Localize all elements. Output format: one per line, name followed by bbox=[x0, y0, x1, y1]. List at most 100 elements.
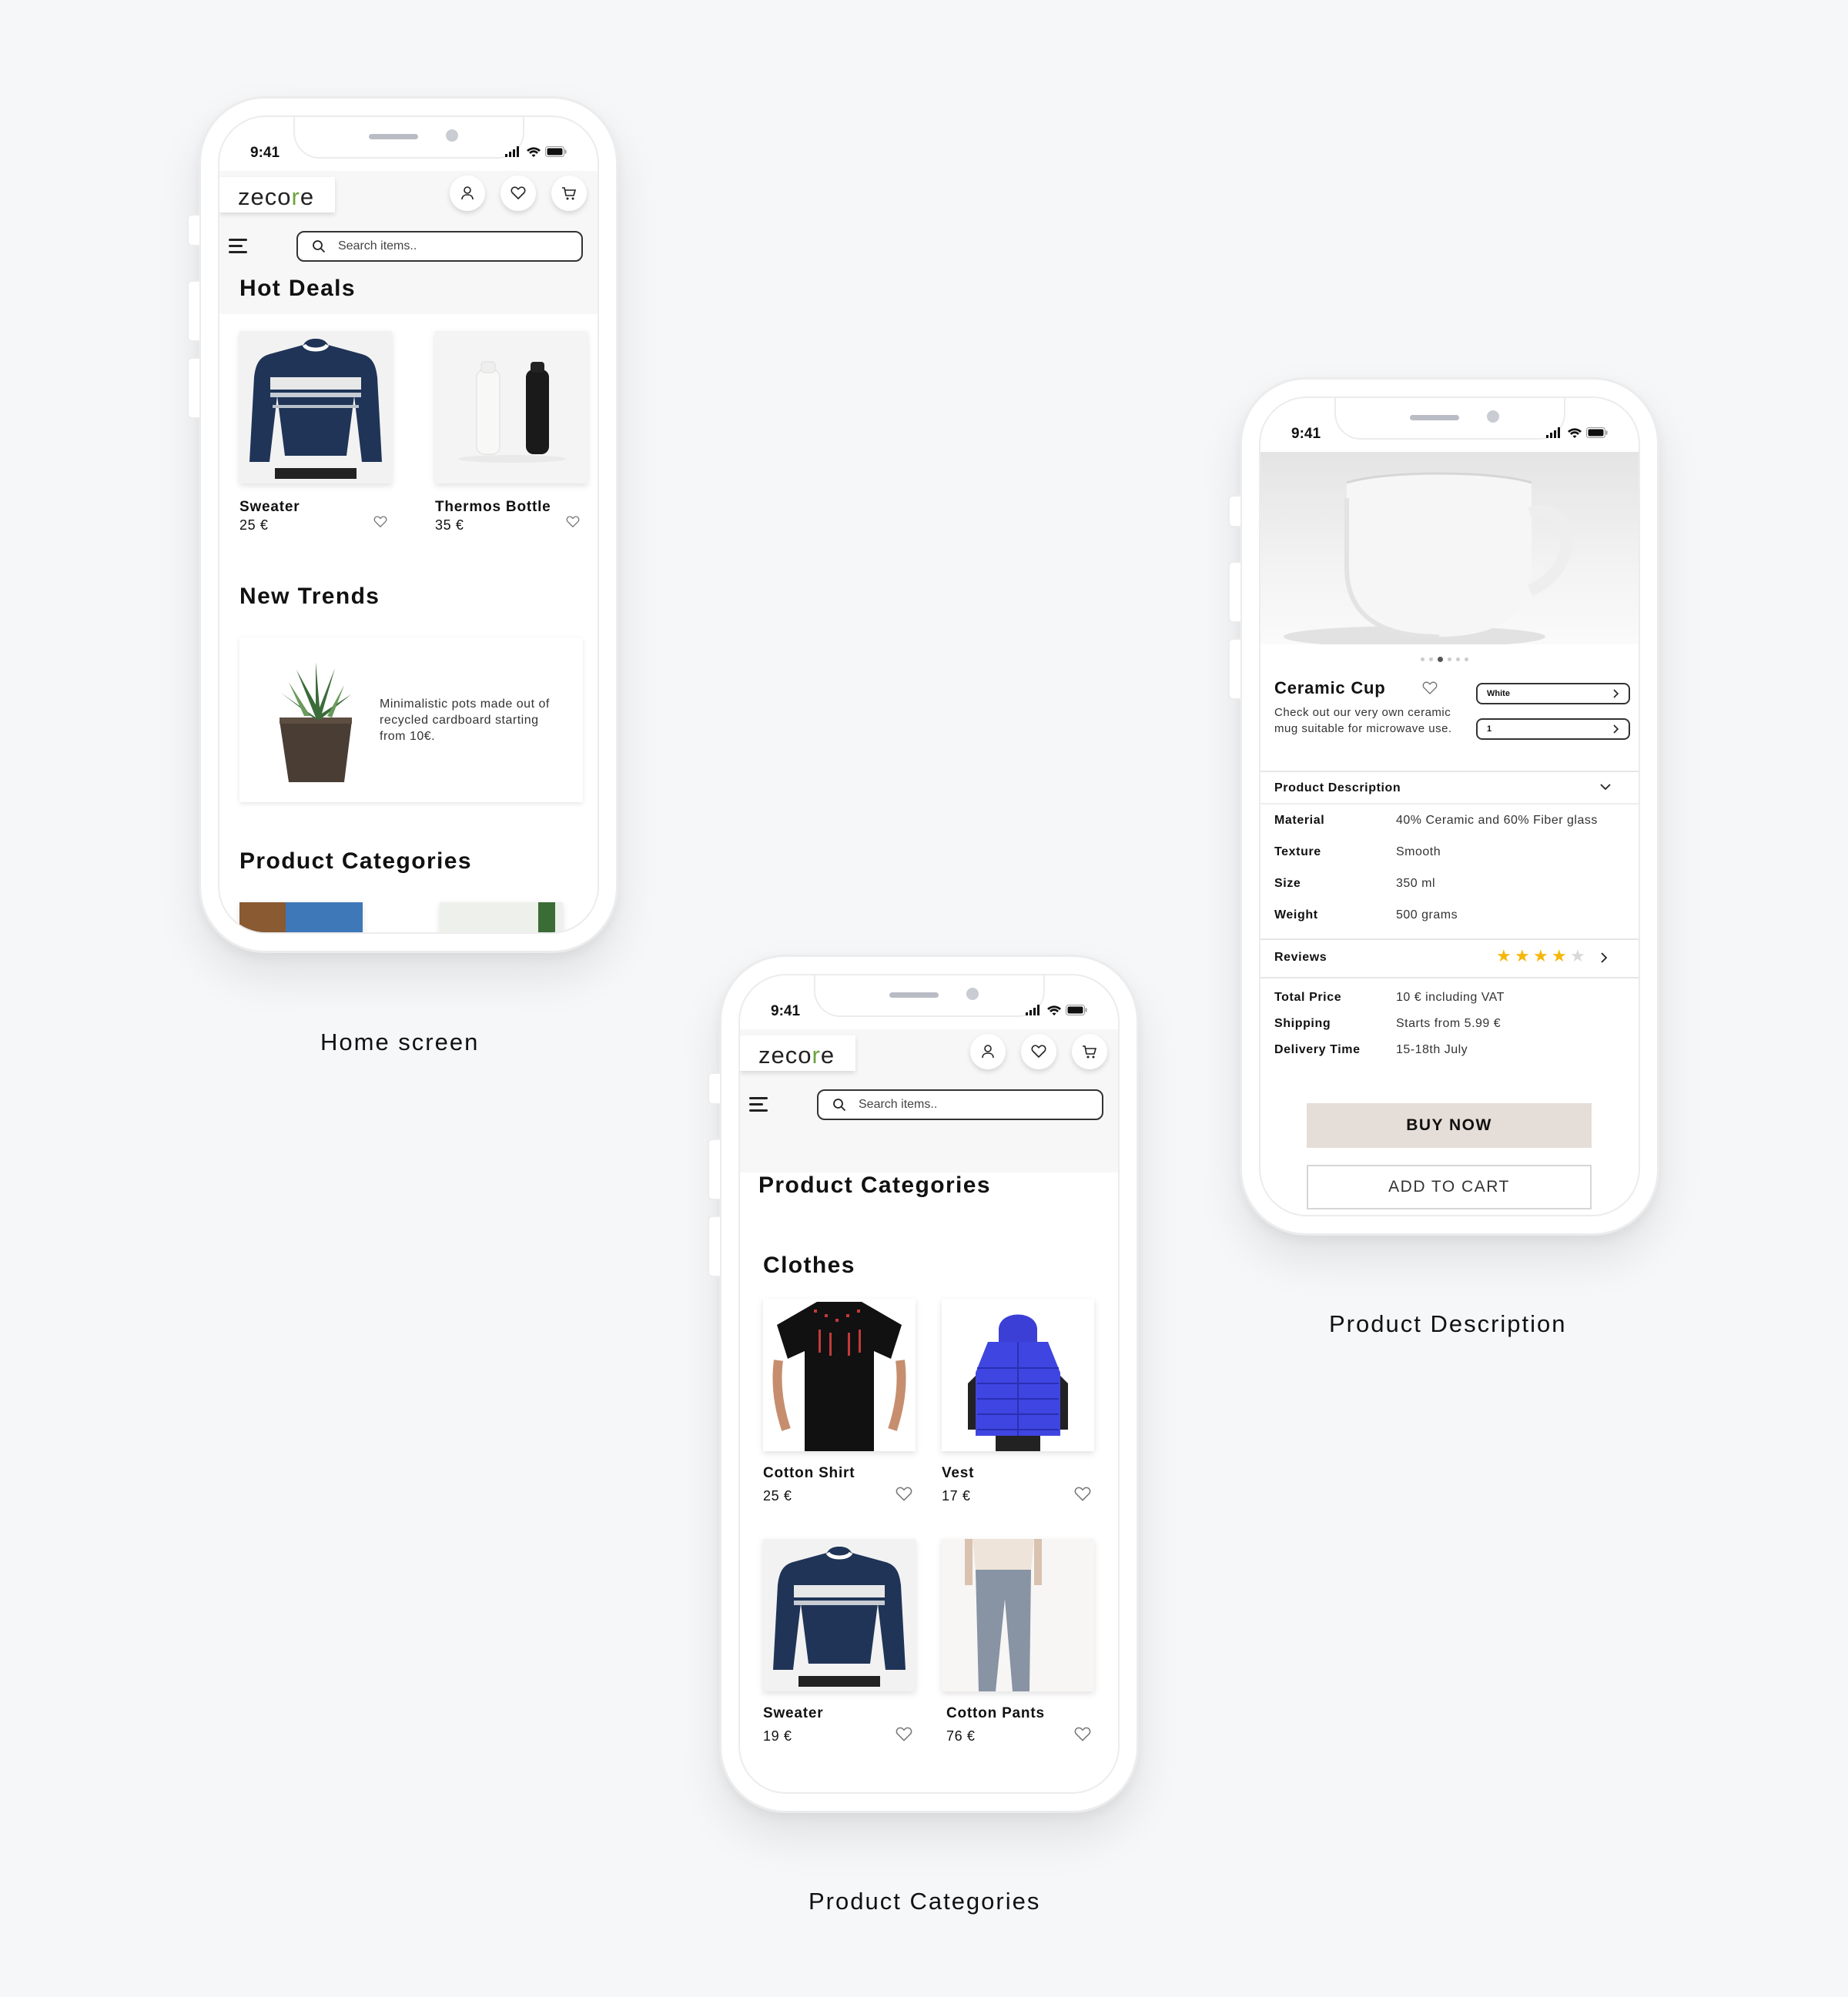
product-caption: Product Description bbox=[1329, 1310, 1567, 1337]
carousel-dot[interactable] bbox=[1456, 657, 1460, 661]
battery-icon bbox=[1586, 427, 1608, 438]
product-name[interactable]: Cotton Pants bbox=[946, 1705, 1045, 1722]
side-button bbox=[708, 1072, 720, 1105]
heart-icon bbox=[511, 186, 526, 200]
heart-icon[interactable] bbox=[566, 516, 580, 528]
cotton-shirt-image bbox=[772, 1302, 906, 1451]
side-button bbox=[1228, 638, 1240, 700]
account-button[interactable] bbox=[450, 176, 485, 211]
color-select[interactable]: White bbox=[1476, 683, 1630, 704]
product-name[interactable]: Cotton Shirt bbox=[763, 1465, 855, 1482]
product-phone: 9:41 Ceramic Cup Check out our very own … bbox=[1228, 377, 1659, 1236]
product-categories-title: Product Categories bbox=[239, 848, 472, 874]
reviews-row[interactable]: Reviews ★ ★ ★ ★ ★ bbox=[1260, 948, 1639, 969]
carousel-dots[interactable] bbox=[1421, 657, 1468, 662]
signal-icon bbox=[505, 146, 519, 157]
battery-icon bbox=[1066, 1005, 1087, 1015]
menu-icon[interactable] bbox=[229, 239, 250, 257]
product-card-image[interactable] bbox=[763, 1299, 916, 1451]
product-price: 25 € bbox=[763, 1488, 792, 1504]
add-to-cart-button[interactable]: ADD TO CART bbox=[1307, 1165, 1592, 1209]
trend-card[interactable]: Minimalistic pots made out of recycled c… bbox=[239, 637, 583, 802]
user-icon bbox=[982, 1045, 994, 1059]
menu-icon[interactable] bbox=[749, 1097, 771, 1116]
product-name[interactable]: Vest bbox=[942, 1465, 974, 1482]
product-card-image[interactable] bbox=[435, 331, 588, 483]
carousel-dot[interactable] bbox=[1465, 657, 1468, 661]
divider bbox=[1260, 938, 1639, 940]
battery-icon bbox=[545, 146, 567, 157]
category-thumb[interactable] bbox=[239, 902, 363, 932]
vest-image bbox=[968, 1314, 1068, 1451]
carousel-dot[interactable] bbox=[1448, 657, 1451, 661]
status-time: 9:41 bbox=[1291, 426, 1321, 442]
status-time: 9:41 bbox=[250, 145, 280, 161]
categories-screen: 9:41 zecore Search items.. Product Categ… bbox=[738, 974, 1120, 1794]
carousel-dot[interactable] bbox=[1429, 657, 1433, 661]
status-bar: 9:41 bbox=[740, 1002, 1118, 1025]
cart-button[interactable] bbox=[1072, 1034, 1107, 1069]
product-name[interactable]: Thermos Bottle bbox=[435, 499, 551, 516]
product-name[interactable]: Sweater bbox=[239, 499, 300, 516]
carousel-dot[interactable] bbox=[1421, 657, 1424, 661]
side-button bbox=[1228, 561, 1240, 623]
rating-stars: ★ ★ ★ ★ ★ bbox=[1496, 948, 1589, 966]
sweater-image bbox=[773, 1547, 906, 1687]
home-phone: 9:41 zecore Search items.. Hot Deals Swe… bbox=[187, 96, 618, 953]
user-icon bbox=[461, 186, 474, 200]
chevron-right-icon bbox=[1601, 952, 1608, 963]
side-button bbox=[187, 214, 199, 246]
cart-button[interactable] bbox=[551, 176, 587, 211]
star-icon: ★ bbox=[1533, 946, 1548, 965]
star-icon: ★ bbox=[1515, 946, 1530, 965]
side-button bbox=[708, 1216, 720, 1277]
product-description: Check out our very own ceramic mug suita… bbox=[1274, 706, 1452, 735]
product-price: 35 € bbox=[435, 517, 464, 533]
buy-now-button[interactable]: BUY NOW bbox=[1307, 1103, 1592, 1148]
heart-icon[interactable] bbox=[373, 516, 387, 528]
wifi-icon bbox=[527, 147, 541, 157]
categories-phone: 9:41 zecore Search items.. Product Categ… bbox=[708, 955, 1139, 1813]
heart-icon[interactable] bbox=[1074, 1487, 1091, 1502]
heart-icon[interactable] bbox=[896, 1487, 912, 1502]
new-trends-title: New Trends bbox=[239, 584, 380, 609]
heart-icon[interactable] bbox=[1422, 681, 1438, 695]
product-card-image[interactable] bbox=[239, 331, 392, 483]
wifi-icon bbox=[1568, 428, 1582, 438]
categories-caption: Product Categories bbox=[808, 1888, 1041, 1915]
heart-icon[interactable] bbox=[1074, 1727, 1091, 1742]
product-screen: 9:41 Ceramic Cup Check out our very own … bbox=[1259, 396, 1640, 1216]
divider bbox=[1260, 977, 1639, 978]
product-price: 19 € bbox=[763, 1728, 792, 1744]
app-logo[interactable]: zecore bbox=[740, 1035, 855, 1071]
category-thumb[interactable] bbox=[440, 902, 563, 932]
app-logo[interactable]: zecore bbox=[219, 177, 335, 212]
quantity-select[interactable]: 1 bbox=[1476, 718, 1630, 740]
signal-icon bbox=[1026, 1005, 1040, 1015]
home-screen: 9:41 zecore Search items.. Hot Deals Swe… bbox=[218, 115, 599, 934]
heart-icon[interactable] bbox=[896, 1727, 912, 1742]
product-card-image[interactable] bbox=[942, 1539, 1094, 1691]
product-card-image[interactable] bbox=[763, 1539, 916, 1691]
product-image[interactable] bbox=[1260, 452, 1639, 647]
divider bbox=[1260, 771, 1639, 772]
star-icon: ★ bbox=[1570, 946, 1585, 965]
product-price: 17 € bbox=[942, 1488, 971, 1504]
app-header: zecore Search items.. bbox=[740, 1029, 1118, 1172]
chevron-down-icon bbox=[1600, 784, 1611, 791]
search-input[interactable]: Search items.. bbox=[817, 1089, 1103, 1120]
product-name[interactable]: Sweater bbox=[763, 1705, 823, 1722]
signal-icon bbox=[1546, 427, 1560, 438]
product-card-image[interactable] bbox=[942, 1299, 1094, 1451]
chevron-right-icon bbox=[1613, 724, 1619, 734]
wishlist-button[interactable] bbox=[500, 176, 536, 211]
carousel-dot[interactable] bbox=[1438, 657, 1443, 662]
account-button[interactable] bbox=[970, 1034, 1006, 1069]
search-icon bbox=[833, 1099, 846, 1112]
side-button bbox=[1228, 495, 1240, 527]
product-title: Ceramic Cup bbox=[1274, 678, 1386, 697]
wishlist-button[interactable] bbox=[1021, 1034, 1056, 1069]
status-bar: 9:41 bbox=[219, 143, 598, 166]
search-input[interactable]: Search items.. bbox=[296, 231, 583, 262]
chevron-right-icon bbox=[1613, 689, 1619, 698]
